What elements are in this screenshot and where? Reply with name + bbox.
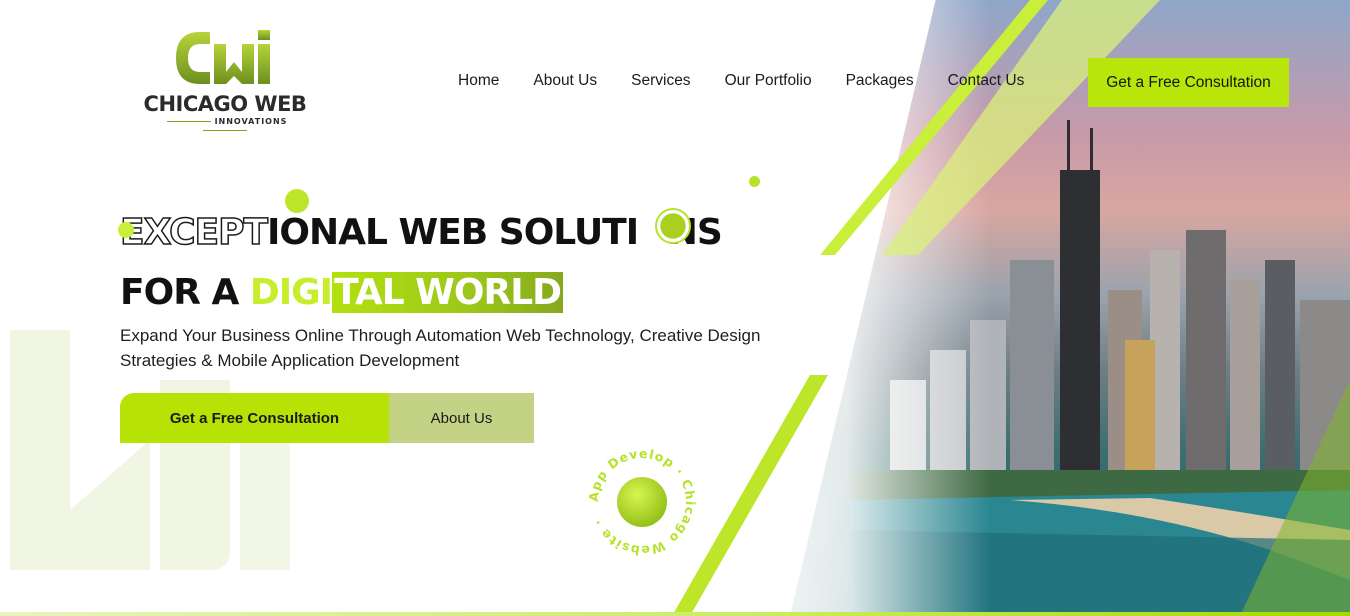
decor-dot xyxy=(285,189,309,213)
nav-services[interactable]: Services xyxy=(631,72,690,90)
header-consultation-button[interactable]: Get a Free Consultation xyxy=(1088,58,1289,107)
decor-dot xyxy=(749,176,760,187)
logo-subtitle: INNOVATIONS xyxy=(140,117,310,135)
hero-heading-line1: EXCEPTIONAL WEB SOLUTIONS xyxy=(119,211,723,254)
decor-ring xyxy=(655,208,691,244)
hero-about-us-button[interactable]: About Us xyxy=(389,393,534,443)
bottom-accent-bar xyxy=(0,612,1350,616)
hero-heading-green-part: DIGI xyxy=(249,272,333,313)
logo-title: CHICAGO WEB xyxy=(143,92,307,116)
hero-heading-solid-part: IONAL WEB SOLUTI xyxy=(267,212,639,253)
hero-subtitle: Expand Your Business Online Through Auto… xyxy=(120,326,761,370)
hero-heading-for-a: FOR A xyxy=(120,272,250,313)
decor-dot xyxy=(118,222,134,238)
circular-text-badge: App Develop · Chicago Website · xyxy=(586,446,697,558)
nav-packages[interactable]: Packages xyxy=(846,72,914,90)
hero-heading-highlight-box: TAL WORLD xyxy=(332,272,564,313)
cwi-logo-icon xyxy=(176,30,270,84)
main-nav: Home About Us Services Our Portfolio Pac… xyxy=(458,72,1058,90)
nav-our-portfolio[interactable]: Our Portfolio xyxy=(725,72,812,90)
nav-about-us[interactable]: About Us xyxy=(533,72,597,90)
hero-heading-outline-part: EXCEPT xyxy=(119,211,269,254)
logo[interactable]: CHICAGO WEB INNOVATIONS xyxy=(140,26,310,130)
nav-contact-us[interactable]: Contact Us xyxy=(948,72,1025,90)
hero-heading-line2: FOR A DIGITAL WORLD xyxy=(120,272,564,313)
landing-page: CHICAGO WEB INNOVATIONS Home About Us Se… xyxy=(0,0,1350,616)
nav-home[interactable]: Home xyxy=(458,72,499,90)
diagonal-stripe-right xyxy=(1240,380,1350,616)
badge-center-dot xyxy=(617,477,667,527)
hero-consultation-button[interactable]: Get a Free Consultation xyxy=(120,393,389,443)
